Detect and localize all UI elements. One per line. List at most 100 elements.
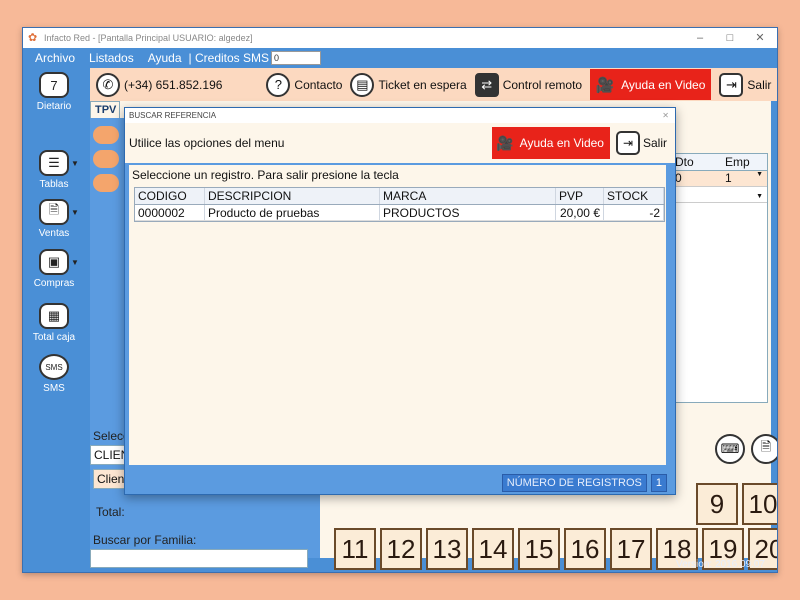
- number-key-11[interactable]: 11: [334, 528, 376, 570]
- window-title: Infacto Red - [Pantalla Principal USUARI…: [44, 33, 253, 43]
- registros-label: NÚMERO DE REGISTROS: [501, 474, 647, 492]
- column-header-pvp[interactable]: PVP: [556, 188, 604, 204]
- dialog-options-message: Utilice las opciones del menu: [129, 136, 285, 150]
- sms-credits-field: 0: [271, 51, 322, 65]
- chevron-down-icon: ▼: [756, 193, 763, 200]
- registros-count: 1: [650, 474, 667, 492]
- ayuda-video-button[interactable]: 🎥 Ayuda en Video: [590, 69, 712, 100]
- table-row[interactable]: ▼: [671, 187, 767, 203]
- title-bar: ✿ Infacto Red - [Pantalla Principal USUA…: [23, 28, 777, 48]
- dialog-title-bar: BUSCAR REFERENCIA ✕: [125, 108, 675, 123]
- results-table: CODIGO DESCRIPCION MARCA PVP STOCK 00000…: [134, 187, 665, 222]
- chevron-down-icon: ▼: [71, 159, 79, 168]
- table-cell: 20,00 €: [556, 205, 604, 220]
- video-label: Ayuda en Video: [621, 77, 706, 92]
- sidebar-item-tablas[interactable]: ☰ ▼ Tablas: [23, 150, 85, 190]
- number-key-9[interactable]: 9: [696, 483, 738, 525]
- sidebar-item-label: Compras: [33, 278, 75, 289]
- help-icon: ?: [266, 72, 291, 97]
- buscar-referencia-dialog: BUSCAR REFERENCIA ✕ Utilice las opciones…: [124, 107, 676, 495]
- version-label: Version: 2016.09.07: [676, 559, 765, 570]
- column-header-marca[interactable]: MARCA: [380, 188, 556, 204]
- table-cell: 0: [675, 171, 682, 185]
- number-key-13[interactable]: 13: [426, 528, 468, 570]
- clipboard-icon: ▣: [39, 249, 69, 275]
- sidebar-item-label: Ventas: [38, 228, 70, 239]
- number-key-14[interactable]: 14: [472, 528, 514, 570]
- menu-archivo[interactable]: Archivo: [23, 51, 82, 65]
- number-key-17[interactable]: 17: [610, 528, 652, 570]
- maximize-button[interactable]: □: [715, 28, 745, 48]
- menu-listados[interactable]: Listados: [82, 51, 141, 65]
- ticket-espera-button[interactable]: ▤ Ticket en espera: [350, 71, 467, 99]
- menu-ayuda[interactable]: Ayuda: [141, 51, 189, 65]
- dialog-title: BUSCAR REFERENCIA: [129, 111, 217, 120]
- dialog-salir-button[interactable]: ⇥ Salir: [615, 131, 667, 155]
- column-header-descripcion[interactable]: DESCRIPCION: [205, 188, 380, 204]
- option-pill[interactable]: [93, 126, 119, 144]
- dialog-salir-label: Salir: [642, 136, 667, 150]
- menu-creditos-sms[interactable]: | Creditos SMS: [189, 51, 271, 65]
- minimize-button[interactable]: –: [685, 28, 715, 48]
- number-key-15[interactable]: 15: [518, 528, 560, 570]
- tab-tpv[interactable]: TPV: [90, 101, 120, 118]
- number-key-12[interactable]: 12: [380, 528, 422, 570]
- chevron-down-icon: ▼: [756, 171, 763, 178]
- tpv-left-panel: [90, 118, 127, 428]
- table-header: CODIGO DESCRIPCION MARCA PVP STOCK: [135, 188, 664, 205]
- column-header-codigo[interactable]: CODIGO: [135, 188, 205, 204]
- table-cell: PRODUCTOS: [380, 205, 556, 220]
- app-logo-icon: ✿: [28, 32, 38, 44]
- contacto-label: Contacto: [294, 77, 343, 92]
- column-header-stock[interactable]: STOCK: [604, 188, 664, 204]
- number-key-16[interactable]: 16: [564, 528, 606, 570]
- exit-icon: ⇥: [719, 72, 744, 97]
- toolbar: ✆ (+34) 651.852.196 ? Contacto ▤ Ticket …: [90, 68, 777, 101]
- table-row[interactable]: 0 1 ▼: [671, 171, 767, 187]
- phone-item: ✆ (+34) 651.852.196: [96, 71, 222, 99]
- chevron-down-icon: ▼: [71, 208, 79, 217]
- dialog-instruction: Seleccione un registro. Para salir presi…: [132, 168, 399, 182]
- sidebar-item-compras[interactable]: ▣ ▼ Compras: [23, 249, 85, 289]
- chevron-down-icon: ▼: [71, 258, 79, 267]
- sidebar-item-label: SMS: [43, 383, 65, 394]
- exit-icon: ⇥: [615, 131, 640, 155]
- number-key-10[interactable]: 10: [742, 483, 777, 525]
- phone-number: (+34) 651.852.196: [124, 77, 223, 92]
- option-pill[interactable]: [93, 174, 119, 192]
- total-label: Total:: [96, 505, 125, 519]
- option-pill[interactable]: [93, 150, 119, 168]
- table-row[interactable]: 0000002 Producto de pruebas PRODUCTOS 20…: [135, 205, 664, 221]
- ticket-label: Ticket en espera: [378, 77, 467, 92]
- sidebar-item-total-caja[interactable]: ▦ Total caja: [23, 303, 85, 343]
- dialog-body: Seleccione un registro. Para salir presi…: [129, 165, 666, 465]
- control-remoto-button[interactable]: ⇄ Control remoto: [474, 71, 583, 99]
- familia-search-input[interactable]: [90, 549, 308, 568]
- dialog-close-icon[interactable]: ✕: [662, 108, 669, 123]
- phone-icon: ✆: [96, 72, 120, 97]
- close-button[interactable]: ✕: [745, 28, 775, 48]
- sidebar-item-label: Dietario: [36, 101, 72, 112]
- sidebar-item-label: Tablas: [39, 179, 69, 190]
- dialog-footer: NÚMERO DE REGISTROS 1: [125, 472, 675, 494]
- sidebar-item-dietario[interactable]: 7 Dietario: [23, 72, 85, 112]
- keyboard-button[interactable]: ⌨: [715, 434, 745, 464]
- sidebar-item-sms[interactable]: SMS SMS: [23, 354, 85, 394]
- menu-bar: Archivo Listados Ayuda | Creditos SMS 0: [23, 48, 777, 68]
- line-grid: Dto Emp 0 1 ▼ ▼: [670, 153, 768, 403]
- dialog-ayuda-video-button[interactable]: 🎥 Ayuda en Video: [492, 127, 610, 159]
- column-header: Dto: [675, 155, 694, 169]
- notes-button[interactable]: 🗎: [751, 434, 777, 464]
- familia-label: Buscar por Familia:: [93, 533, 197, 547]
- table-cell: 1: [725, 171, 732, 185]
- remoto-label: Control remoto: [502, 77, 583, 92]
- emp-select[interactable]: 1 ▼: [721, 171, 767, 186]
- table-cell: Producto de pruebas: [205, 205, 380, 220]
- table-cell: -2: [604, 205, 664, 220]
- sidebar-item-ventas[interactable]: 🗎 ▼ Ventas: [23, 199, 85, 239]
- grid-header: Dto Emp: [671, 154, 767, 171]
- video-camera-icon: 🎥: [496, 134, 514, 151]
- contacto-button[interactable]: ? Contacto: [266, 71, 342, 99]
- salir-button[interactable]: ⇥ Salir: [719, 71, 771, 99]
- dialog-video-label: Ayuda en Video: [519, 136, 604, 150]
